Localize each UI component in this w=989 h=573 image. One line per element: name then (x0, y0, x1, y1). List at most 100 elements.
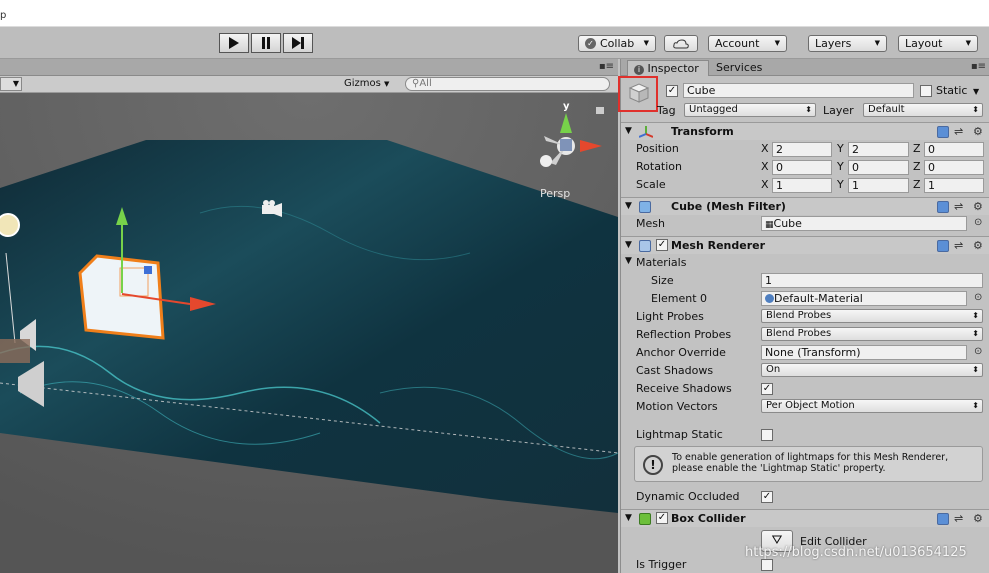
search-placeholder: All (419, 78, 432, 89)
layer-dropdown[interactable]: Default ⬍ (863, 103, 983, 117)
cast-shadows-label: Cast Shadows (636, 364, 714, 377)
is-trigger-label: Is Trigger (636, 558, 687, 571)
scale-y-field[interactable]: 1 (848, 178, 909, 193)
chevron-updown-icon: ⬍ (972, 401, 979, 410)
persp-label[interactable]: Persp (540, 187, 570, 200)
cube-object-icon[interactable] (627, 81, 651, 105)
cloud-button[interactable] (664, 35, 698, 52)
object-picker-icon[interactable]: ⊙ (974, 217, 982, 228)
menu-icon[interactable]: ▪≡ (971, 61, 986, 72)
gear-icon[interactable]: ⚙ (973, 510, 983, 527)
preset-icon[interactable]: ⇌ (954, 198, 963, 215)
scene-view[interactable]: y Persp (0, 93, 618, 573)
gizmos-dropdown[interactable]: Gizmos ▼ (344, 77, 398, 91)
mesh-value: Cube (773, 217, 802, 230)
tab-services[interactable]: Services (710, 60, 768, 76)
help-book-icon[interactable] (937, 513, 949, 525)
light-gizmo-icon[interactable] (0, 213, 20, 237)
draw-mode-dropdown[interactable]: ▼ (0, 77, 22, 91)
help-book-icon[interactable] (937, 201, 949, 213)
mesh-label: Mesh (636, 217, 665, 230)
transform-icon (639, 126, 653, 138)
preset-icon[interactable]: ⇌ (954, 510, 963, 527)
chevron-down-icon[interactable]: ▼ (973, 87, 979, 96)
preset-icon[interactable]: ⇌ (954, 237, 963, 254)
position-x-field[interactable]: 2 (772, 142, 832, 157)
mesh-field[interactable]: ▦Cube (761, 216, 967, 231)
scene-canvas: y Persp (0, 93, 618, 573)
lock-icon[interactable] (596, 107, 604, 114)
position-label: Position (636, 142, 679, 155)
mesh-filter-header[interactable]: ▼ Cube (Mesh Filter) ⇌ ⚙ (621, 197, 989, 215)
rotation-z-field[interactable]: 0 (924, 160, 984, 175)
menu-icon[interactable]: ▪≡ (599, 61, 614, 72)
static-checkbox[interactable] (920, 85, 932, 97)
cast-shadows-dropdown[interactable]: On ⬍ (761, 363, 983, 377)
fold-arrow-icon[interactable]: ▼ (625, 510, 632, 527)
motion-vectors-dropdown[interactable]: Per Object Motion ⬍ (761, 399, 983, 413)
layout-dropdown[interactable]: Layout ▼ (898, 35, 978, 52)
z-label: Z (913, 160, 921, 173)
fold-arrow-icon[interactable]: ▼ (625, 123, 632, 140)
mesh-filter-icon (639, 201, 651, 213)
fold-arrow-icon[interactable]: ▼ (625, 256, 632, 266)
active-checkbox[interactable]: ✓ (666, 85, 678, 97)
layers-dropdown[interactable]: Layers ▼ (808, 35, 887, 52)
box-collider-header[interactable]: ▼ ✓ Box Collider ⇌ ⚙ (621, 509, 989, 527)
chevron-down-icon: ▼ (384, 80, 390, 88)
mesh-filter-title: Cube (Mesh Filter) (671, 200, 786, 213)
help-book-icon[interactable] (937, 126, 949, 138)
transform-title: Transform (671, 125, 734, 138)
scale-label: Scale (636, 178, 666, 191)
fold-arrow-icon[interactable]: ▼ (625, 198, 632, 215)
lightmap-static-checkbox[interactable] (761, 429, 773, 441)
tag-label: Tag (657, 104, 676, 117)
object-picker-icon[interactable]: ⊙ (974, 346, 982, 357)
scale-z-field[interactable]: 1 (924, 178, 984, 193)
play-button[interactable] (219, 33, 249, 53)
fold-arrow-icon[interactable]: ▼ (625, 237, 632, 254)
tab-inspector[interactable]: i Inspector (627, 60, 709, 76)
light-probes-dropdown[interactable]: Blend Probes ⬍ (761, 309, 983, 323)
object-name-field[interactable]: Cube (683, 83, 914, 98)
x-label: X (761, 178, 769, 191)
gear-icon[interactable]: ⚙ (973, 237, 983, 254)
is-trigger-checkbox[interactable] (761, 559, 773, 571)
step-button[interactable] (283, 33, 313, 53)
anchor-override-field[interactable]: None (Transform) (761, 345, 967, 360)
collab-button[interactable]: ✓ Collab ▼ (578, 35, 656, 52)
reflection-probes-dropdown[interactable]: Blend Probes ⬍ (761, 327, 983, 341)
rotation-x-field[interactable]: 0 (772, 160, 832, 175)
gear-icon[interactable]: ⚙ (973, 123, 983, 140)
account-dropdown[interactable]: Account ▼ (708, 35, 787, 52)
mesh-renderer-header[interactable]: ▼ ✓ Mesh Renderer ⇌ ⚙ (621, 236, 989, 254)
position-y-field[interactable]: 2 (848, 142, 909, 157)
tab-inspector-label: Inspector (647, 62, 699, 75)
gear-icon[interactable]: ⚙ (973, 198, 983, 215)
rotation-y-field[interactable]: 0 (848, 160, 909, 175)
preset-icon[interactable]: ⇌ (954, 123, 963, 140)
box-collider-enabled-checkbox[interactable]: ✓ (656, 512, 668, 524)
transform-header[interactable]: ▼ Transform ⇌ ⚙ (621, 122, 989, 140)
pause-icon (262, 37, 270, 49)
light-probes-label: Light Probes (636, 310, 704, 323)
main-toolbar: ✓ Collab ▼ Account ▼ Layers ▼ Layout ▼ (0, 27, 989, 59)
chevron-updown-icon: ⬍ (972, 311, 979, 320)
element-0-field[interactable]: Default-Material (761, 291, 967, 306)
scene-search-input[interactable]: ⚲All (405, 77, 610, 91)
materials-size-field[interactable]: 1 (761, 273, 983, 288)
z-label: Z (913, 142, 921, 155)
receive-shadows-checkbox[interactable]: ✓ (761, 383, 773, 395)
position-z-field[interactable]: 0 (924, 142, 984, 157)
mesh-renderer-enabled-checkbox[interactable]: ✓ (656, 239, 668, 251)
window-title: p (0, 10, 7, 21)
inspector-panel: i Inspector Services ▪≡ ✓ Cube Static ▼ … (618, 59, 989, 573)
scale-x-field[interactable]: 1 (772, 178, 832, 193)
anchor-override-label: Anchor Override (636, 346, 726, 359)
transform-row-rotation: Rotation X 0 Y 0 Z 0 (621, 159, 989, 177)
tag-dropdown[interactable]: Untagged ⬍ (684, 103, 816, 117)
object-picker-icon[interactable]: ⊙ (974, 292, 982, 303)
help-book-icon[interactable] (937, 240, 949, 252)
dynamic-occluded-checkbox[interactable]: ✓ (761, 491, 773, 503)
pause-button[interactable] (251, 33, 281, 53)
